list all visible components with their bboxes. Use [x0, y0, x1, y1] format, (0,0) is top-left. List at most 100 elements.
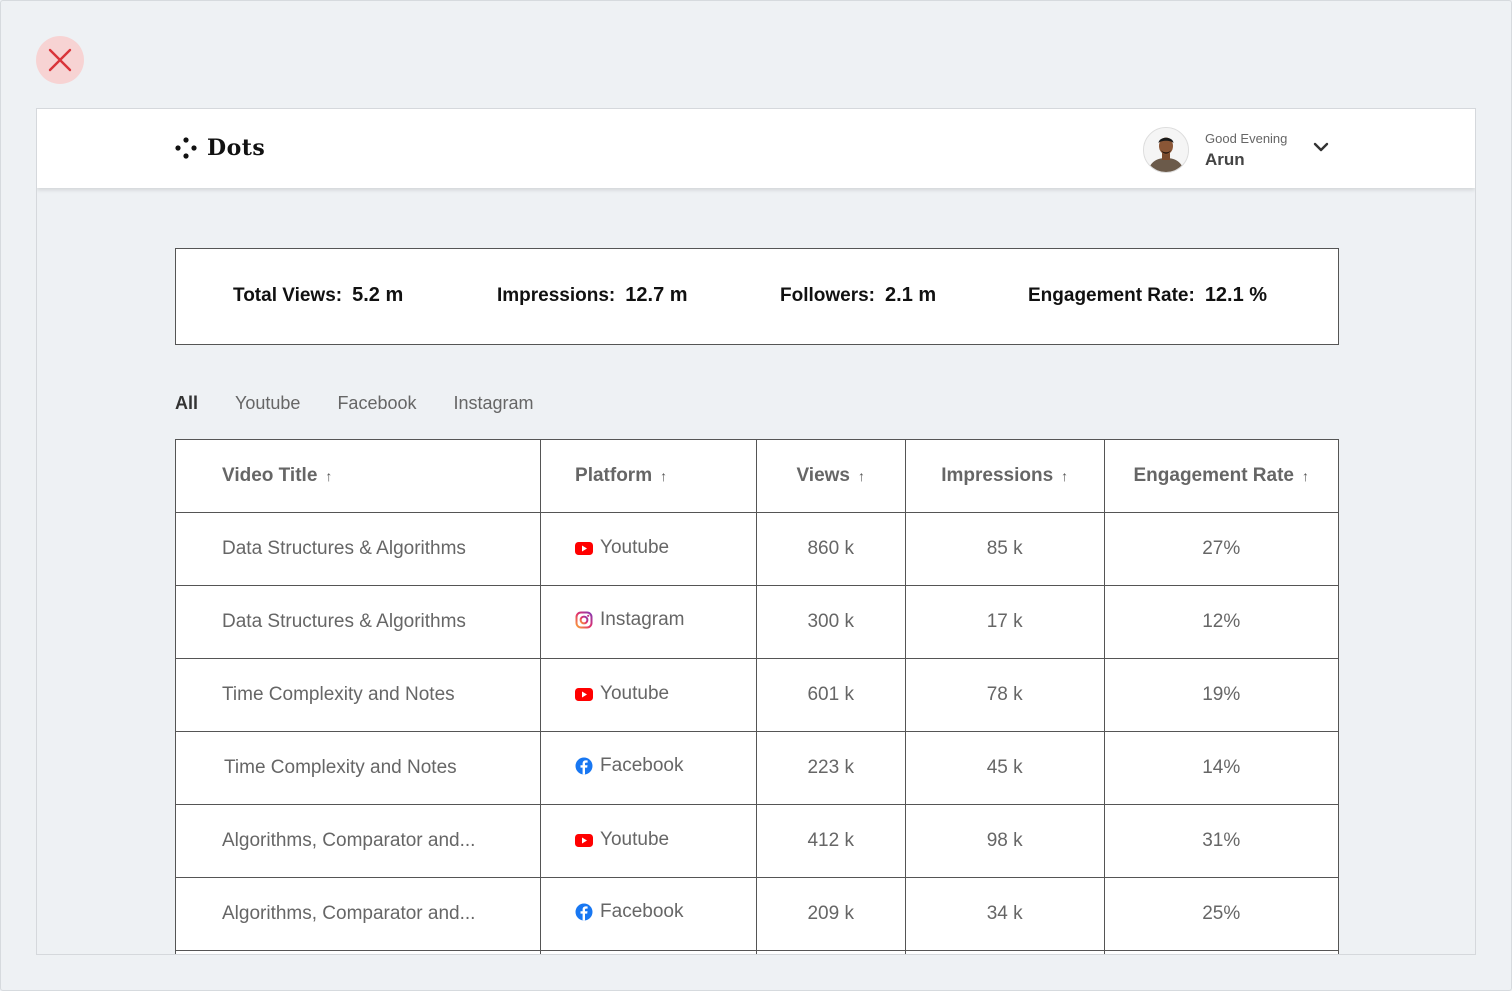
- cell-video-title: Data Structures & Algorithms: [175, 585, 542, 659]
- stat-label: Total Views:: [233, 285, 343, 306]
- stat-value: 12.1 %: [1204, 284, 1268, 306]
- stat-followers: Followers: 2.1 m: [780, 284, 936, 307]
- column-header-views[interactable]: Views ↑: [755, 439, 906, 513]
- cell-video-title: [175, 950, 542, 954]
- cell-engagement-rate: 14%: [1103, 731, 1339, 805]
- cell-views: 300 k: [755, 585, 906, 659]
- cell-engagement-rate: 25%: [1103, 877, 1339, 951]
- stat-value: 5.2 m: [352, 284, 404, 306]
- cell-engagement-rate: 31%: [1103, 804, 1339, 878]
- table-row[interactable]: Algorithms, Comparator and... Facebook 2…: [175, 877, 1339, 951]
- close-button[interactable]: [36, 36, 84, 84]
- user-menu[interactable]: Good Evening Arun: [1143, 127, 1287, 173]
- tab-all[interactable]: All: [175, 393, 198, 414]
- cell-platform: Facebook: [540, 877, 757, 951]
- stat-value: 12.7 m: [625, 284, 688, 306]
- platform-name: Instagram: [600, 609, 685, 630]
- table-row[interactable]: Time Complexity and Notes Youtube 601 k …: [175, 658, 1339, 732]
- avatar[interactable]: [1143, 127, 1189, 173]
- cell-impressions: 78 k: [904, 658, 1105, 732]
- cell-video-title: Data Structures & Algorithms: [175, 512, 542, 586]
- facebook-icon: [575, 903, 593, 921]
- avatar-image: [1144, 128, 1188, 172]
- column-header-label: Impressions: [941, 465, 1054, 486]
- table-row[interactable]: Data Structures & Algorithms Instagram 3…: [175, 585, 1339, 659]
- cell-impressions: 85 k: [904, 512, 1105, 586]
- column-header-label: Platform: [575, 465, 653, 486]
- cell-impressions: 98 k: [904, 804, 1105, 878]
- instagram-icon: [575, 611, 593, 629]
- platform-name: Youtube: [600, 829, 670, 851]
- platform-name: Youtube: [600, 537, 670, 559]
- table-row[interactable]: Time Complexity and Notes Facebook 223 k…: [175, 731, 1339, 805]
- cell-views: 860 k: [755, 512, 906, 586]
- cell-engagement-rate: 12%: [1103, 585, 1339, 659]
- user-name: Arun: [1205, 149, 1245, 169]
- column-header-engagement-rate[interactable]: Engagement Rate ↑: [1103, 439, 1339, 513]
- column-header-label: Engagement Rate: [1133, 465, 1294, 486]
- column-header-label: Views: [796, 465, 850, 486]
- stat-value: 2.1 m: [885, 284, 937, 306]
- stat-label: Impressions:: [497, 285, 616, 306]
- cell-engagement-rate: 27%: [1103, 512, 1339, 586]
- cell-platform: Youtube: [540, 512, 757, 586]
- videos-table-container[interactable]: Video Title ↑ Platform ↑ Views ↑ Impression…: [175, 439, 1339, 954]
- facebook-icon: [575, 757, 593, 775]
- cell-engagement-rate: [1103, 950, 1339, 954]
- cell-video-title: Algorithms, Comparator and...: [175, 877, 542, 951]
- cell-platform: [540, 950, 757, 954]
- dots-logo-icon: [175, 137, 197, 159]
- stat-label: Followers:: [780, 285, 876, 306]
- platform-name: Facebook: [600, 755, 684, 776]
- cell-views: 209 k: [755, 877, 906, 951]
- logo[interactable]: Dots: [175, 135, 265, 161]
- cell-platform: Youtube: [540, 804, 757, 878]
- youtube-icon: [575, 687, 594, 701]
- stat-label: Engagement Rate:: [1028, 285, 1195, 306]
- greeting-text: Good Evening: [1205, 130, 1288, 146]
- sort-arrow-icon: ↑: [660, 468, 668, 484]
- platform-tabs: All Youtube Facebook Instagram: [175, 393, 571, 414]
- table-header-row: Video Title ↑ Platform ↑ Views ↑ Impression…: [175, 439, 1339, 513]
- youtube-icon: [575, 833, 594, 847]
- table-row[interactable]: [175, 950, 1339, 954]
- cell-views: 223 k: [755, 731, 906, 805]
- sort-arrow-icon: ↑: [858, 468, 865, 484]
- brand-name: Dots: [207, 135, 266, 161]
- stat-engagement-rate: Engagement Rate: 12.1 %: [1028, 284, 1267, 307]
- user-menu-toggle[interactable]: [1313, 139, 1329, 157]
- platform-name: Facebook: [600, 901, 684, 922]
- stats-summary: Total Views: 5.2 m Impressions: 12.7 m Fol…: [175, 248, 1339, 345]
- column-header-impressions[interactable]: Impressions ↑: [904, 439, 1105, 513]
- column-header-label: Video Title: [222, 465, 318, 486]
- table-row[interactable]: Algorithms, Comparator and... Youtube 41…: [175, 804, 1339, 878]
- table-row[interactable]: Data Structures & Algorithms Youtube 860…: [175, 512, 1339, 586]
- youtube-icon: [575, 541, 594, 555]
- tab-facebook[interactable]: Facebook: [337, 393, 416, 414]
- dashboard: Dots Good Evening Arun Total Views: 5.2 …: [36, 108, 1476, 955]
- sort-arrow-icon: ↑: [325, 468, 333, 484]
- cell-impressions: 34 k: [904, 877, 1105, 951]
- cell-platform: Youtube: [540, 658, 757, 732]
- close-icon: [48, 48, 72, 72]
- cell-platform: Facebook: [540, 731, 757, 805]
- cell-impressions: 17 k: [904, 585, 1105, 659]
- tab-instagram[interactable]: Instagram: [454, 393, 534, 414]
- stat-impressions: Impressions: 12.7 m: [497, 284, 688, 307]
- cell-views: [755, 950, 906, 954]
- cell-platform: Instagram: [540, 585, 757, 659]
- sort-arrow-icon: ↑: [1301, 468, 1309, 484]
- cell-views: 412 k: [755, 804, 906, 878]
- sort-arrow-icon: ↑: [1061, 468, 1069, 484]
- chevron-down-icon: [1313, 142, 1329, 152]
- cell-impressions: 45 k: [904, 731, 1105, 805]
- cell-engagement-rate: 19%: [1103, 658, 1339, 732]
- videos-table: Video Title ↑ Platform ↑ Views ↑ Impression…: [175, 439, 1339, 954]
- tab-youtube[interactable]: Youtube: [235, 393, 300, 414]
- cell-video-title: Algorithms, Comparator and...: [175, 804, 542, 878]
- stat-total-views: Total Views: 5.2 m: [233, 284, 403, 307]
- cell-impressions: [904, 950, 1105, 954]
- column-header-video-title[interactable]: Video Title ↑: [175, 439, 542, 513]
- column-header-platform[interactable]: Platform ↑: [540, 439, 757, 513]
- cell-views: 601 k: [755, 658, 906, 732]
